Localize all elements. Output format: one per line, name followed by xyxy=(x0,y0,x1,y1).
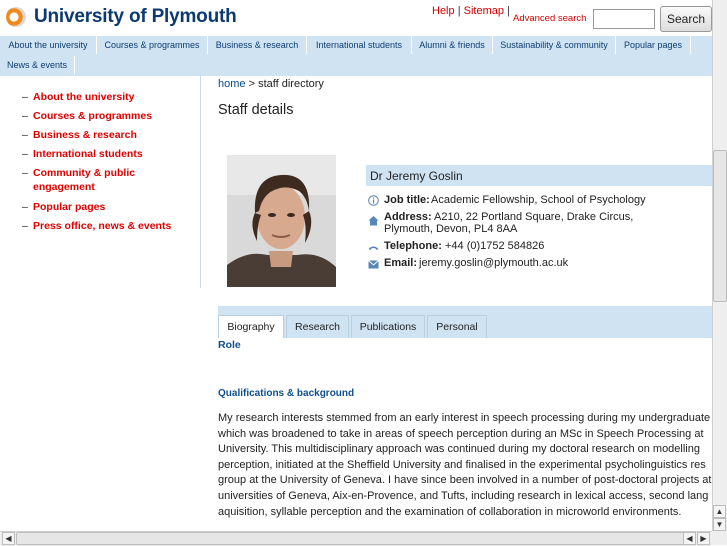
nav-international[interactable]: International students xyxy=(307,36,412,54)
breadcrumb-current: staff directory xyxy=(258,78,324,90)
nav-news[interactable]: News & events xyxy=(0,56,75,74)
bio-line: University. This multidisciplinary appro… xyxy=(218,443,700,456)
address-label: Address: xyxy=(384,211,432,223)
bullet-dash: – xyxy=(22,167,28,179)
bullet-dash: – xyxy=(22,220,28,232)
scroll-down-icon[interactable]: ▼ xyxy=(713,518,726,531)
utility-links: Help | Sitemap | xyxy=(432,5,510,17)
envelope-icon xyxy=(368,259,379,270)
bio-line: which was broadened to take in areas of … xyxy=(218,427,704,440)
qualifications-heading: Qualifications & background xyxy=(218,388,355,399)
bullet-dash: – xyxy=(22,110,28,122)
scroll-right-icon[interactable]: ▶ xyxy=(697,532,710,545)
email-label: Email: xyxy=(384,257,418,269)
bullet-dash: – xyxy=(22,148,28,160)
nav-popular[interactable]: Popular pages xyxy=(616,36,691,54)
site-title: University of Plymouth xyxy=(34,6,237,27)
biography-text: My research interests stemmed from an ea… xyxy=(218,411,712,520)
sidebar: – About the university – Courses & program… xyxy=(0,76,201,288)
telephone-value: +44 (0)1752 584826 xyxy=(445,240,545,252)
page-title: Staff details xyxy=(218,102,294,118)
role-heading: Role xyxy=(218,339,241,351)
breadcrumb-separator: > xyxy=(248,78,256,90)
bio-line: My research interests stemmed from an ea… xyxy=(218,412,711,424)
search-input[interactable] xyxy=(593,9,655,29)
scroll-left-icon[interactable]: ◀ xyxy=(2,532,15,545)
separator: | xyxy=(507,5,510,17)
main-nav: About the university Courses & programme… xyxy=(0,36,712,76)
email-link[interactable]: jeremy.goslin@plymouth.ac.uk xyxy=(419,257,568,269)
nav-alumni[interactable]: Alumni & friends xyxy=(412,36,493,54)
tab-biography[interactable]: Biography xyxy=(218,315,284,338)
site-header: University of Plymouth Help | Sitemap | … xyxy=(0,0,712,36)
search-button[interactable]: Search xyxy=(660,6,712,32)
sitemap-link[interactable]: Sitemap xyxy=(464,5,504,17)
nav-about[interactable]: About the university xyxy=(0,36,97,54)
tab-personal[interactable]: Personal xyxy=(427,315,487,338)
address-line-1: A210, 22 Portland Square, Drake Circus, xyxy=(434,211,634,223)
vertical-scroll-thumb[interactable] xyxy=(713,150,727,302)
info-icon xyxy=(368,195,379,206)
bio-line: group at the University of Geneva. I hav… xyxy=(218,474,712,487)
university-logo[interactable]: University of Plymouth xyxy=(6,6,237,28)
scroll-left-icon[interactable]: ◀ xyxy=(683,532,696,545)
bullet-dash: – xyxy=(22,129,28,141)
advanced-search-link[interactable]: Advanced search xyxy=(513,13,586,24)
telephone-label: Telephone: xyxy=(384,240,442,252)
job-title-value: Academic Fellowship, School of Psycholog… xyxy=(431,194,646,206)
nav-courses[interactable]: Courses & programmes xyxy=(97,36,208,54)
bullet-dash: – xyxy=(22,201,28,213)
horizontal-scroll-thumb[interactable] xyxy=(16,532,694,545)
bullet-dash: – xyxy=(22,91,28,103)
staff-photo xyxy=(227,155,336,287)
nav-sustainability[interactable]: Sustainability & community xyxy=(493,36,616,54)
scroll-up-icon[interactable]: ▲ xyxy=(713,505,726,518)
logo-icon xyxy=(6,7,26,27)
bio-line: aquisition, syllable perception and the … xyxy=(218,505,682,518)
breadcrumb: home > staff directory xyxy=(218,78,324,90)
bio-line: perception, initiated at the Sheffield U… xyxy=(218,458,706,471)
home-icon xyxy=(368,215,379,226)
phone-icon xyxy=(368,242,379,253)
help-link[interactable]: Help xyxy=(432,5,455,17)
tab-research[interactable]: Research xyxy=(286,315,349,338)
address-line-2: Plymouth, Devon, PL4 8AA xyxy=(384,223,518,235)
breadcrumb-home-link[interactable]: home xyxy=(218,78,246,90)
tab-publications[interactable]: Publications xyxy=(351,315,425,338)
separator: | xyxy=(457,5,461,17)
bio-line: universities of Geneva, Aix-en-Provence,… xyxy=(218,489,709,502)
staff-name: Dr Jeremy Goslin xyxy=(366,165,712,186)
scroll-corner xyxy=(712,531,727,545)
nav-business[interactable]: Business & research xyxy=(208,36,307,54)
job-title-label: Job title: xyxy=(384,194,430,206)
